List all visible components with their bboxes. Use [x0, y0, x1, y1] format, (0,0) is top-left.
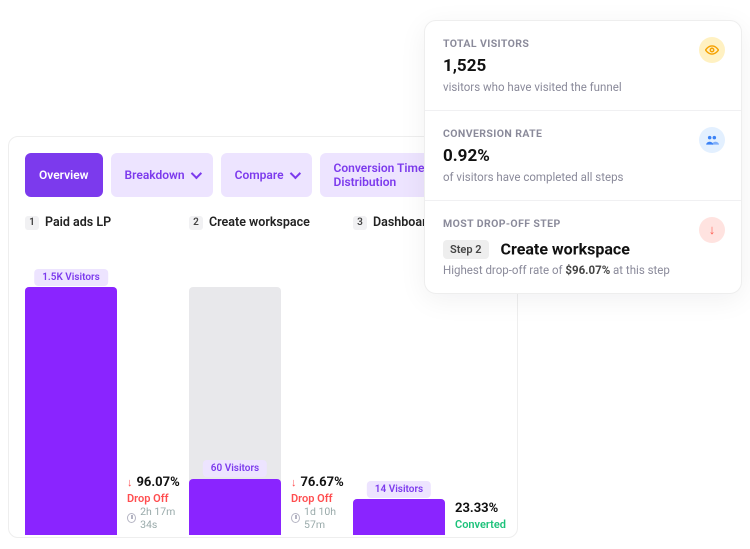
drop-off-label: Drop Off	[127, 492, 180, 505]
bar[interactable]: 1.5K Visitors	[25, 287, 117, 535]
bar[interactable]: 14 Visitors	[353, 499, 445, 535]
stat-label: MOST DROP-OFF STEP	[443, 217, 723, 230]
step-number: 3	[353, 216, 367, 230]
arrow-down-icon: ↓	[291, 476, 297, 489]
sub-post: at this step	[610, 263, 670, 277]
drop-off: ↓ 76.67% Drop Off	[291, 471, 344, 505]
tab-overview[interactable]: Overview	[25, 153, 103, 197]
step-timing: 2h 17m 34s	[127, 505, 189, 531]
step-chip: Step 2	[443, 240, 489, 259]
converted-label: Converted	[455, 518, 506, 531]
step-number: 2	[189, 216, 203, 230]
drop-off: ↓ 96.07% Drop Off	[127, 471, 180, 505]
stat-total-visitors: TOTAL VISITORS 1,525 visitors who have v…	[425, 21, 741, 111]
stat-sub: Highest drop-off rate of $96.07% at this…	[443, 263, 723, 277]
drop-off-label: Drop Off	[291, 492, 344, 505]
funnel-step: 2 Create workspace 60 Visitors ↓ 76.67% …	[189, 215, 353, 535]
eye-icon	[699, 37, 725, 63]
tab-compare[interactable]: Compare	[221, 153, 312, 197]
stat-value: 0.92%	[443, 146, 723, 166]
step-timing: 1d 10h 57m	[291, 505, 353, 531]
arrow-down-icon: ↓	[699, 217, 725, 243]
visitors-badge: 1.5K Visitors	[34, 269, 108, 286]
bar-fill	[189, 479, 281, 535]
stat-most-dropoff: ↓ MOST DROP-OFF STEP Step 2 Create works…	[425, 201, 741, 293]
tab-label: Compare	[235, 168, 284, 182]
funnel-step: 1 Paid ads LP 1.5K Visitors ↓ 96.07% Dro…	[25, 215, 189, 535]
timing-text: 2h 17m 34s	[140, 505, 189, 531]
clock-icon	[291, 513, 300, 523]
converted-pct: 23.33%	[455, 501, 498, 516]
sub-strong: $96.07%	[565, 263, 610, 277]
arrow-down-icon: ↓	[127, 476, 133, 489]
users-icon	[699, 127, 725, 153]
stat-sub: visitors who have visited the funnel	[443, 80, 723, 94]
bar[interactable]: 60 Visitors	[189, 479, 281, 535]
visitors-badge: 14 Visitors	[367, 481, 431, 498]
step-number: 1	[25, 216, 39, 230]
visitors-badge: 60 Visitors	[203, 460, 267, 477]
stat-conversion-rate: CONVERSION RATE 0.92% of visitors have c…	[425, 111, 741, 201]
tab-breakdown[interactable]: Breakdown	[111, 153, 213, 197]
tab-label: Breakdown	[125, 168, 185, 182]
step-name: Paid ads LP	[45, 215, 111, 230]
stat-label: CONVERSION RATE	[443, 127, 723, 140]
chevron-down-icon	[289, 168, 300, 179]
stat-value: 1,525	[443, 56, 723, 76]
drop-off-pct: 96.07%	[136, 475, 179, 490]
timing-text: 1d 10h 57m	[304, 505, 353, 531]
stats-panel: TOTAL VISITORS 1,525 visitors who have v…	[424, 20, 742, 294]
tab-label: Overview	[39, 168, 89, 182]
dropoff-step-name: Create workspace	[501, 239, 630, 258]
bar-fill: 14 Visitors	[353, 499, 445, 535]
drop-off-pct: 76.67%	[300, 475, 343, 490]
step-name: Create workspace	[209, 215, 310, 230]
sub-pre: Highest drop-off rate of	[443, 263, 565, 277]
stat-sub: of visitors have completed all steps	[443, 170, 723, 184]
clock-icon	[127, 513, 136, 523]
bar-fill: 1.5K Visitors	[25, 287, 117, 535]
converted: 23.33% Converted	[455, 497, 506, 531]
stat-label: TOTAL VISITORS	[443, 37, 723, 50]
chevron-down-icon	[190, 168, 201, 179]
